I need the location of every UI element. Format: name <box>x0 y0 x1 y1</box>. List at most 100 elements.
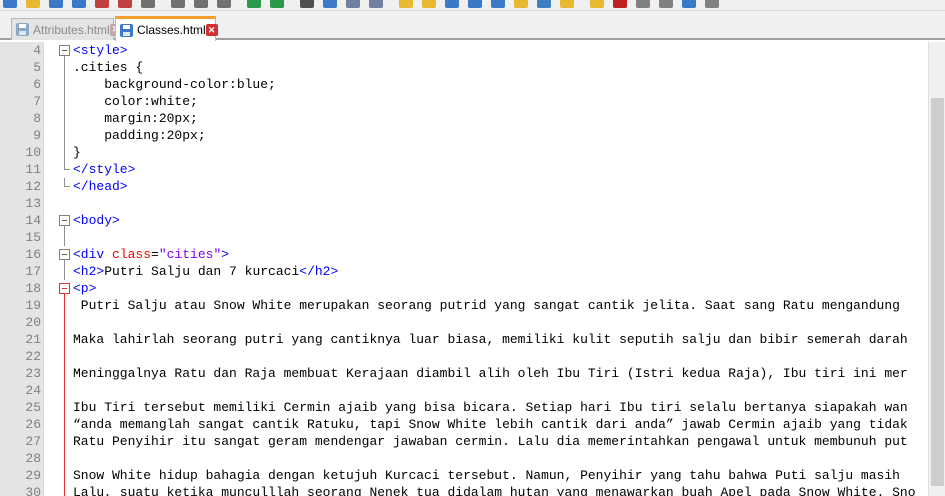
code-text[interactable]: Snow White hidup bahagia dengan ketujuh … <box>73 467 900 484</box>
code-text[interactable]: color:white; <box>73 93 198 110</box>
line-number: 26 <box>25 417 41 432</box>
code-token: “anda memanglah sangat cantik Ratuku, ta… <box>73 417 908 432</box>
fold-toggle-icon[interactable] <box>59 215 70 226</box>
code-line[interactable]: 15 <box>0 229 928 246</box>
code-text[interactable]: } <box>73 144 81 161</box>
vertical-scrollbar[interactable] <box>928 42 945 496</box>
code-text[interactable]: </head> <box>73 178 128 195</box>
code-line[interactable]: 19 Putri Salju atau Snow White merupakan… <box>0 297 928 314</box>
saved-file-icon <box>16 23 29 36</box>
code-text[interactable]: Ibu Tiri tersebut memiliki Cermin ajaib … <box>73 399 908 416</box>
code-text[interactable]: <h2>Putri Salju dan 7 kurcaci</h2> <box>73 263 338 280</box>
tab-classes-html[interactable]: Classes.html ✕ <box>115 16 218 41</box>
fold-toggle-icon[interactable] <box>59 283 70 294</box>
save-macro-icon[interactable] <box>705 0 719 8</box>
code-text[interactable]: padding:20px; <box>73 127 205 144</box>
play-multi-icon[interactable] <box>682 0 696 8</box>
find-icon[interactable] <box>300 0 314 8</box>
code-line[interactable]: 24 <box>0 382 928 399</box>
close-icon[interactable] <box>95 0 109 8</box>
code-line[interactable]: 26 “anda memanglah sangat cantik Ratuku, … <box>0 416 928 433</box>
code-line[interactable]: 21 Maka lahirlah seorang putri yang canti… <box>0 331 928 348</box>
close-all-icon[interactable] <box>118 0 132 8</box>
folder-icon[interactable] <box>590 0 604 8</box>
stop-icon[interactable] <box>636 0 650 8</box>
code-line[interactable]: 7 color:white; <box>0 93 928 110</box>
code-line[interactable]: 4 <style> <box>0 42 928 59</box>
code-text[interactable]: Maka lahirlah seorang putri yang cantikn… <box>73 331 908 348</box>
all-chars-icon[interactable] <box>468 0 482 8</box>
print-icon[interactable] <box>141 0 155 8</box>
code-line[interactable]: 14 <body> <box>0 212 928 229</box>
code-token: color:white; <box>73 94 198 109</box>
copy-icon[interactable] <box>194 0 208 8</box>
code-line[interactable]: 11 </style> <box>0 161 928 178</box>
code-line[interactable]: 28 <box>0 450 928 467</box>
code-line[interactable]: 17 <h2>Putri Salju dan 7 kurcaci</h2> <box>0 263 928 280</box>
code-text[interactable]: margin:20px; <box>73 110 198 127</box>
fold-guide <box>64 314 65 331</box>
code-text[interactable]: <body> <box>73 212 120 229</box>
zoom-in-icon[interactable] <box>346 0 360 8</box>
code-token: } <box>73 145 81 160</box>
fold-toggle-icon[interactable] <box>59 45 70 56</box>
code-line[interactable]: 12 </head> <box>0 178 928 195</box>
code-line[interactable]: 6 background-color:blue; <box>0 76 928 93</box>
line-number: 27 <box>25 434 41 449</box>
code-text[interactable]: </style> <box>73 161 135 178</box>
open-icon[interactable] <box>26 0 40 8</box>
line-number: 22 <box>25 349 41 364</box>
code-text[interactable]: .cities { <box>73 59 143 76</box>
code-line[interactable]: 9 padding:20px; <box>0 127 928 144</box>
cut-icon[interactable] <box>171 0 185 8</box>
save-icon[interactable] <box>49 0 63 8</box>
code-line[interactable]: 10} <box>0 144 928 161</box>
sync-h-icon[interactable] <box>422 0 436 8</box>
code-line[interactable]: 30 Lalu, suatu ketika munculllah seorang … <box>0 484 928 496</box>
tab-attributes-html[interactable]: Attributes.html ✕ <box>11 18 122 40</box>
code-line[interactable]: 16 <div class="cities"> <box>0 246 928 263</box>
code-editor[interactable]: 4 <style> 5 .cities {6 background-color:blu… <box>0 42 928 496</box>
record-icon[interactable] <box>613 0 627 8</box>
zoom-out-icon[interactable] <box>369 0 383 8</box>
code-token: </head> <box>73 179 128 194</box>
code-text[interactable]: Lalu, suatu ketika munculllah seorang Ne… <box>73 484 916 496</box>
code-line[interactable]: 5 .cities { <box>0 59 928 76</box>
line-number: 17 <box>25 264 41 279</box>
code-text[interactable]: <style> <box>73 42 128 59</box>
doc-map-icon[interactable] <box>537 0 551 8</box>
code-line[interactable]: 25 Ibu Tiri tersebut memiliki Cermin ajai… <box>0 399 928 416</box>
paste-icon[interactable] <box>217 0 231 8</box>
lang-icon[interactable] <box>514 0 528 8</box>
new-file-icon[interactable] <box>3 0 17 8</box>
undo-icon[interactable] <box>247 0 261 8</box>
redo-icon[interactable] <box>270 0 284 8</box>
code-line[interactable]: 27 Ratu Penyihir itu sangat geram mendeng… <box>0 433 928 450</box>
code-line[interactable]: 22 <box>0 348 928 365</box>
replace-icon[interactable] <box>323 0 337 8</box>
close-icon[interactable]: ✕ <box>205 24 218 36</box>
code-line[interactable]: 20 <box>0 314 928 331</box>
fold-toggle-icon[interactable] <box>59 249 70 260</box>
code-text[interactable]: Putri Salju atau Snow White merupakan se… <box>73 297 900 314</box>
fold-guide <box>64 467 65 484</box>
scrollbar-thumb[interactable] <box>931 98 944 486</box>
code-line[interactable]: 18 <p> <box>0 280 928 297</box>
code-line[interactable]: 13 <box>0 195 928 212</box>
code-line[interactable]: 29 Snow White hidup bahagia dengan ketuju… <box>0 467 928 484</box>
word-wrap-icon[interactable] <box>445 0 459 8</box>
play-icon[interactable] <box>659 0 673 8</box>
code-text[interactable]: Meninggalnya Ratu dan Raja membuat Keraj… <box>73 365 908 382</box>
code-text[interactable]: Ratu Penyihir itu sangat geram mendengar… <box>73 433 908 450</box>
save-all-icon[interactable] <box>72 0 86 8</box>
code-text[interactable]: background-color:blue; <box>73 76 276 93</box>
code-token: Ratu Penyihir itu sangat geram mendengar… <box>73 434 908 449</box>
function-list-icon[interactable] <box>560 0 574 8</box>
code-text[interactable]: <div class="cities"> <box>73 246 229 263</box>
code-line[interactable]: 23 Meninggalnya Ratu dan Raja membuat Ker… <box>0 365 928 382</box>
indent-guide-icon[interactable] <box>491 0 505 8</box>
code-line[interactable]: 8 margin:20px; <box>0 110 928 127</box>
code-text[interactable]: “anda memanglah sangat cantik Ratuku, ta… <box>73 416 908 433</box>
sync-v-icon[interactable] <box>399 0 413 8</box>
code-text[interactable]: <p> <box>73 280 96 297</box>
